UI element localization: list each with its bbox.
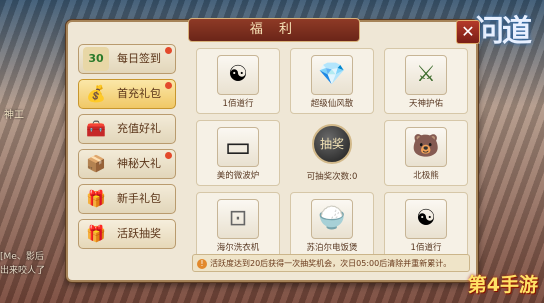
gold-chest-icon: 📦 — [86, 154, 106, 173]
close-button[interactable]: ✕ — [456, 20, 480, 44]
reward-cell[interactable]: 🐻 北极熊 — [384, 120, 468, 186]
money-bag-icon: 💰 — [86, 84, 106, 103]
reward-cell[interactable]: ⊡ 海尔洗衣机 — [196, 192, 280, 258]
panel-title: 福 利 — [188, 18, 360, 42]
sidebar-item-recharge-gift[interactable]: 🧰 充值好礼 — [78, 114, 176, 144]
reward-label: 北极熊 — [413, 171, 439, 181]
reward-label: 1佰道行 — [222, 99, 254, 109]
notification-dot — [165, 82, 172, 89]
sidebar-item-activity-lottery[interactable]: 🎁 活跃抽奖 — [78, 219, 176, 249]
rice-cooker-icon: 🍚 — [311, 199, 353, 239]
reward-label: 海尔洗衣机 — [216, 243, 260, 253]
site-watermark: 第4手游 — [467, 274, 538, 296]
game-logo: 问道 — [474, 14, 532, 49]
lottery-button[interactable]: 抽奖 — [312, 124, 352, 164]
sidebar-item-label: 新手礼包 — [117, 192, 161, 205]
notification-dot — [165, 47, 172, 54]
lottery-notice: ! 活跃度达到20后获得一次抽奖机会，次日05:00后清除并重新累计。 — [192, 254, 470, 272]
reward-cell[interactable]: ⚔ 天神护佑 — [384, 48, 468, 114]
sidebar-item-newbie-pack[interactable]: 🎁 新手礼包 — [78, 184, 176, 214]
sidebar-item-mystery-gift[interactable]: 📦 神秘大礼 — [78, 149, 176, 179]
sidebar-item-first-recharge[interactable]: 💰 首充礼包 — [78, 79, 176, 109]
reward-label: 苏泊尔电饭煲 — [306, 243, 358, 253]
calendar-icon: 30 — [83, 47, 109, 71]
reward-label: 超级仙风散 — [310, 99, 354, 109]
reward-cell[interactable]: ☯ 1佰道行 — [196, 48, 280, 114]
yin-yang-icon: ☯ — [405, 199, 447, 239]
chat-line: [Me、影后 — [0, 252, 44, 262]
reward-label: 1佰道行 — [410, 243, 442, 253]
sword-icon: ⚔ — [405, 55, 447, 95]
reward-cell[interactable]: 💎 超级仙风散 — [290, 48, 374, 114]
chat-preview: [Me、影后 出来咬人了 — [0, 250, 70, 278]
reward-label: 美的微波炉 — [216, 171, 260, 181]
welfare-sidebar: 30 每日签到 💰 首充礼包 🧰 充值好礼 📦 神秘大礼 🎁 新手礼包 🎁 活跃… — [78, 44, 178, 254]
reward-cell[interactable]: ▭ 美的微波炉 — [196, 120, 280, 186]
sidebar-item-label: 充值好礼 — [117, 122, 161, 135]
sidebar-item-label: 首充礼包 — [117, 87, 161, 100]
gift-box-icon: 🎁 — [86, 189, 106, 208]
polar-bear-pet-icon: 🐻 — [405, 127, 447, 167]
left-side-label: 神工 — [4, 110, 24, 121]
sidebar-item-label: 活跃抽奖 — [117, 227, 161, 240]
microwave-icon: ▭ — [217, 127, 259, 167]
lottery-gift-icon: 🎁 — [86, 224, 106, 243]
chat-line: 出来咬人了 — [0, 266, 46, 276]
sidebar-item-daily-signin[interactable]: 30 每日签到 — [78, 44, 176, 74]
reward-label: 天神护佑 — [408, 99, 443, 109]
notice-text: 活跃度达到20后获得一次抽奖机会，次日05:00后清除并重新累计。 — [210, 259, 452, 268]
sidebar-item-label: 每日签到 — [117, 52, 161, 65]
notification-dot — [165, 152, 172, 159]
reward-cell[interactable]: 🍚 苏泊尔电饭煲 — [290, 192, 374, 258]
sidebar-item-label: 神秘大礼 — [117, 157, 161, 170]
warning-icon: ! — [197, 258, 207, 269]
lottery-center: 抽奖 可抽奖次数:0 — [290, 120, 374, 186]
treasure-chest-icon: 🧰 — [86, 119, 106, 138]
yin-yang-icon: ☯ — [217, 55, 259, 95]
welfare-panel: 福 利 ✕ 30 每日签到 💰 首充礼包 🧰 充值好礼 📦 神秘大礼 🎁 新手礼… — [66, 18, 480, 282]
lottery-count: 可抽奖次数:0 — [306, 172, 358, 182]
reward-cell[interactable]: ☯ 1佰道行 — [384, 192, 468, 258]
washing-machine-icon: ⊡ — [217, 199, 259, 239]
pink-gem-icon: 💎 — [311, 55, 353, 95]
